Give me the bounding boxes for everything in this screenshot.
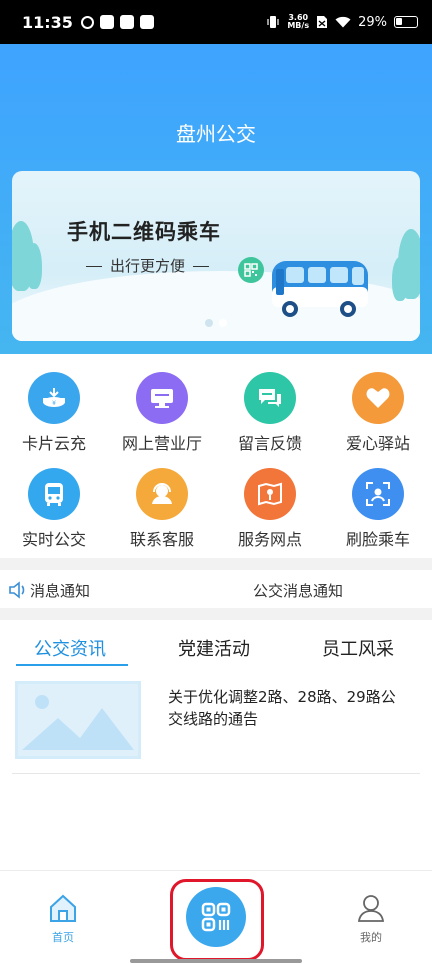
news-title: 关于优化调整2路、28路、29路公交线路的通告	[168, 688, 396, 728]
speaker-icon	[9, 581, 25, 599]
tab-bus-news[interactable]: 公交资讯	[34, 635, 106, 661]
nav-mine-label: 我的	[360, 931, 382, 944]
net-speed: 3.60 MB/s	[287, 14, 309, 30]
status-system-icons: 3.60 MB/s 29%	[266, 14, 418, 30]
vibrate-icon	[267, 16, 279, 28]
header: 盘州公交 手机二维码乘车 出行更方便	[0, 44, 432, 354]
nav-home[interactable]: 首页	[42, 893, 84, 945]
home-indicator	[130, 959, 302, 963]
service-label: 实时公交	[21, 530, 86, 549]
qr-code-icon	[201, 902, 231, 932]
no-sim-icon	[317, 16, 328, 28]
tab-staff-style[interactable]: 员工风采	[322, 635, 394, 661]
feedback-icon	[244, 372, 296, 424]
status-notification-icons	[80, 15, 154, 29]
service-face-ride[interactable]: 刷脸乘车	[324, 468, 432, 550]
service-label: 网上营业厅	[121, 434, 202, 453]
notice-bar[interactable]: 消息通知 公交消息通知	[0, 572, 432, 608]
nav-mine[interactable]: 我的	[350, 893, 392, 945]
map-icon	[244, 468, 296, 520]
net-speed-unit: MB/s	[287, 21, 310, 30]
service-outlets[interactable]: 服务网点	[216, 468, 324, 550]
service-online-hall[interactable]: 网上营业厅	[108, 372, 216, 454]
service-realtime-bus[interactable]: 实时公交	[0, 468, 108, 550]
scan-qr-button[interactable]	[186, 887, 246, 947]
online-hall-icon	[136, 372, 188, 424]
heart-icon	[352, 372, 404, 424]
list-item[interactable]: 关于优化调整2路、28路、29路公交线路的通告	[12, 678, 420, 774]
promo-banner[interactable]: 手机二维码乘车 出行更方便	[12, 171, 420, 341]
bottom-nav: 首页 我的	[0, 870, 432, 964]
sync-icon	[80, 15, 94, 29]
video-app-icon	[119, 15, 134, 29]
section-divider	[0, 608, 432, 620]
service-label: 刷脸乘车	[345, 530, 410, 549]
section-divider	[0, 558, 432, 570]
service-label: 卡片云充	[21, 434, 86, 453]
qr-badge-icon	[238, 257, 264, 283]
notice-scroll-text: 消息通知	[30, 581, 91, 600]
service-label: 留言反馈	[237, 434, 302, 453]
page-title: 盘州公交	[176, 122, 256, 146]
battery-icon	[394, 16, 418, 28]
nav-home-label: 首页	[52, 931, 74, 944]
pagination-dot-2[interactable]	[219, 319, 227, 327]
news-tabs: 公交资讯 党建活动 员工风采	[0, 630, 432, 666]
battery-percent: 29%	[358, 14, 387, 30]
customer-service-icon	[136, 468, 188, 520]
card-recharge-icon: ¥	[28, 372, 80, 424]
service-label: 爱心驿站	[345, 434, 410, 453]
bus-illustration	[272, 261, 368, 317]
active-tab-indicator	[16, 664, 128, 666]
banner-subline: 出行更方便	[78, 255, 217, 276]
banner-headline: 手机二维码乘车	[67, 220, 221, 244]
bus-icon	[28, 468, 80, 520]
svg-text:¥: ¥	[52, 400, 56, 407]
face-scan-icon	[352, 468, 404, 520]
banner-pagination	[12, 319, 420, 327]
pagination-dot-1[interactable]	[205, 319, 213, 327]
image-placeholder-icon	[15, 681, 141, 759]
service-label: 服务网点	[237, 530, 302, 549]
service-feedback[interactable]: 留言反馈	[216, 372, 324, 454]
status-bar: 11:35 3.60 MB/s 29%	[0, 0, 432, 44]
service-card-recharge[interactable]: ¥ 卡片云充	[0, 372, 108, 454]
service-love-station[interactable]: 爱心驿站	[324, 372, 432, 454]
mail-app-icon	[139, 15, 154, 29]
status-time: 11:35	[22, 12, 73, 32]
tab-party-activities[interactable]: 党建活动	[178, 635, 250, 661]
service-label: 联系客服	[129, 530, 194, 549]
wifi-icon	[335, 16, 351, 28]
service-grid: ¥ 卡片云充 网上营业厅 留言反馈 爱心驿站 实时公交 联系客服 服务网点 刷脸…	[0, 372, 432, 550]
message-app-icon	[99, 15, 114, 29]
service-customer-service[interactable]: 联系客服	[108, 468, 216, 550]
user-icon	[357, 895, 385, 922]
home-icon	[50, 894, 76, 922]
notice-scroll-text-2: 公交消息通知	[253, 581, 344, 600]
tree-right-small	[392, 257, 408, 301]
tree-left-small	[26, 243, 42, 289]
notice-left: 消息通知	[8, 580, 90, 601]
